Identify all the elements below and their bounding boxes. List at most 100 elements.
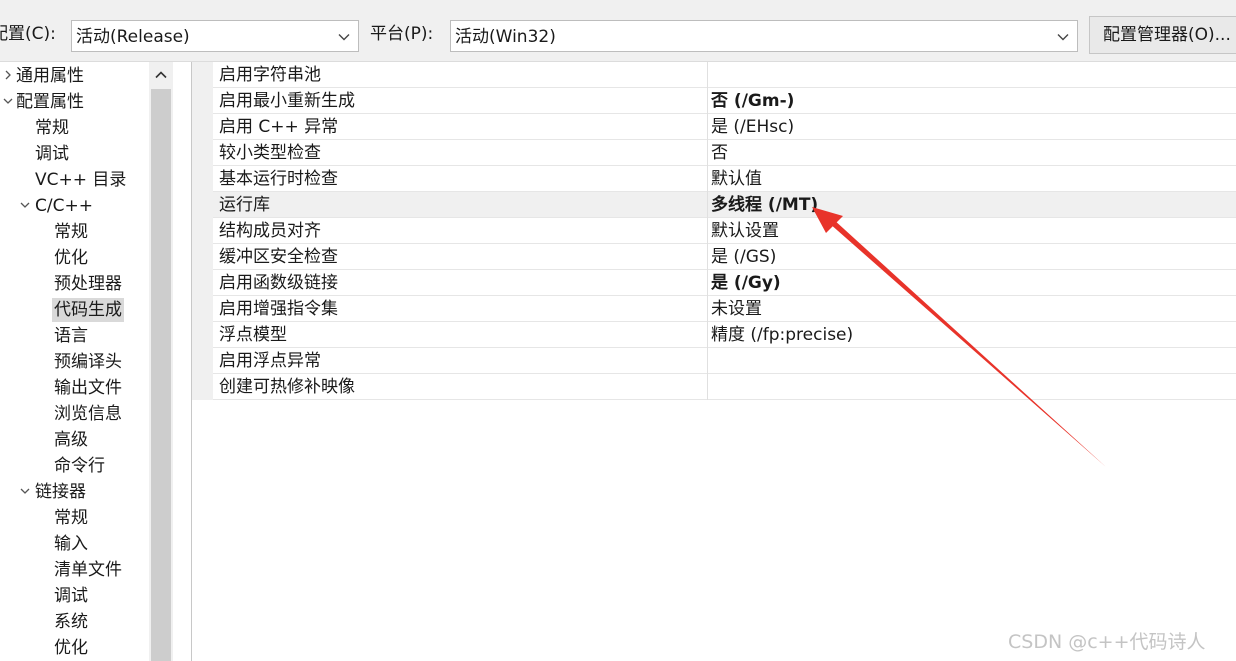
column-divider	[707, 166, 708, 192]
property-row[interactable]: 启用 C++ 异常 是 (/EHsc)	[192, 114, 1236, 140]
tree-item[interactable]: VC++ 目录	[0, 167, 149, 192]
config-toolbar: 配置(C): 活动(Release) 平台(P): 活动(Win32) 配置管理…	[0, 0, 1236, 62]
row-gutter	[192, 218, 213, 244]
property-name: 启用增强指令集	[219, 299, 338, 319]
tree-item-label: 优化	[54, 638, 88, 658]
property-row[interactable]: 基本运行时检查 默认值	[192, 166, 1236, 192]
chevron-down-icon[interactable]	[19, 485, 31, 497]
tree-item[interactable]: 预编译头	[0, 349, 149, 374]
tree-item-label: 语言	[54, 326, 88, 346]
property-value[interactable]: 未设置	[711, 297, 762, 321]
tree-item-label: 配置属性	[16, 92, 84, 112]
property-row[interactable]: 缓冲区安全检查 是 (/GS)	[192, 244, 1236, 270]
tree-item[interactable]: 清单文件	[0, 557, 149, 582]
row-gutter	[192, 62, 213, 88]
property-value[interactable]: 是 (/EHsc)	[711, 115, 794, 139]
column-divider	[707, 348, 708, 374]
tree-item-label: 常规	[35, 118, 69, 138]
tree-item[interactable]: 命令行	[0, 453, 149, 478]
tree-item-label: VC++ 目录	[35, 170, 127, 190]
row-gutter	[192, 192, 213, 218]
property-value[interactable]: 精度 (/fp:precise)	[711, 323, 853, 347]
tree-item[interactable]: 通用属性	[0, 63, 149, 88]
tree-item[interactable]: 系统	[0, 609, 149, 634]
tree-item[interactable]: 调试	[0, 141, 149, 166]
row-gutter	[192, 270, 213, 296]
property-row[interactable]: 启用浮点异常	[192, 348, 1236, 374]
chevron-down-icon	[338, 34, 350, 41]
tree-item[interactable]: 调试	[0, 583, 149, 608]
column-divider	[707, 322, 708, 348]
tree-item-label: 常规	[54, 508, 88, 528]
platform-dropdown-value: 活动(Win32)	[455, 27, 556, 47]
chevron-down-icon[interactable]	[2, 95, 14, 107]
property-value[interactable]: 默认值	[711, 167, 762, 191]
tree-item[interactable]: 高级	[0, 427, 149, 452]
property-row[interactable]: 启用函数级链接 是 (/Gy)	[192, 270, 1236, 296]
tree-item[interactable]: 配置属性	[0, 89, 149, 114]
tree-item[interactable]: 语言	[0, 323, 149, 348]
property-value[interactable]: 多线程 (/MT)	[711, 193, 818, 217]
row-gutter	[192, 296, 213, 322]
property-row[interactable]: 启用最小重新生成 否 (/Gm-)	[192, 88, 1236, 114]
property-row[interactable]: 创建可热修补映像	[192, 374, 1236, 400]
property-row[interactable]: 启用字符串池	[192, 62, 1236, 88]
property-row[interactable]: 较小类型检查 否	[192, 140, 1236, 166]
tree-item-label: 命令行	[54, 456, 105, 476]
property-value[interactable]: 否 (/Gm-)	[711, 89, 794, 113]
pane-splitter[interactable]	[173, 62, 192, 661]
row-gutter	[192, 166, 213, 192]
tree-item[interactable]: 输入	[0, 531, 149, 556]
row-gutter	[192, 88, 213, 114]
tree-item-label: 预编译头	[54, 352, 122, 372]
tree-item[interactable]: 链接器	[0, 479, 149, 504]
tree-item[interactable]: 输出文件	[0, 375, 149, 400]
property-name: 启用字符串池	[219, 65, 321, 85]
tree-item-label: 代码生成	[52, 298, 124, 322]
column-divider	[707, 140, 708, 166]
scroll-thumb[interactable]	[151, 89, 171, 661]
scroll-up-button[interactable]	[149, 62, 173, 88]
config-dropdown[interactable]: 活动(Release)	[71, 20, 359, 52]
platform-label: 平台(P):	[370, 24, 434, 44]
tree-item[interactable]: 常规	[0, 219, 149, 244]
property-name: 基本运行时检查	[219, 169, 338, 189]
column-divider	[707, 218, 708, 244]
configuration-manager-button[interactable]: 配置管理器(O)...	[1089, 16, 1236, 54]
property-row[interactable]: 运行库 多线程 (/MT)	[192, 192, 1236, 218]
property-value[interactable]: 是 (/Gy)	[711, 271, 781, 295]
property-name: 启用函数级链接	[219, 273, 338, 293]
row-gutter	[192, 322, 213, 348]
column-divider	[707, 88, 708, 114]
property-row[interactable]: 启用增强指令集 未设置	[192, 296, 1236, 322]
column-divider	[707, 114, 708, 140]
tree-item[interactable]: 预处理器	[0, 271, 149, 296]
column-divider	[707, 296, 708, 322]
tree-item-label: 调试	[35, 144, 69, 164]
property-value[interactable]: 否	[711, 141, 728, 165]
property-name: 创建可热修补映像	[219, 377, 355, 397]
tree-item-label: 链接器	[35, 482, 86, 502]
tree-item-label: C/C++	[35, 196, 93, 216]
tree-scrollbar[interactable]	[149, 62, 173, 661]
property-name: 结构成员对齐	[219, 221, 321, 241]
platform-dropdown[interactable]: 活动(Win32)	[450, 20, 1078, 52]
chevron-down-icon[interactable]	[19, 199, 31, 211]
tree-item-label: 预处理器	[54, 274, 122, 294]
tree-item-label: 输入	[54, 534, 88, 554]
property-value[interactable]: 默认设置	[711, 219, 779, 243]
tree-item[interactable]: 优化	[0, 245, 149, 270]
property-row[interactable]: 结构成员对齐 默认设置	[192, 218, 1236, 244]
tree-item[interactable]: 代码生成	[0, 297, 149, 322]
tree-item[interactable]: 优化	[0, 635, 149, 660]
chevron-down-icon	[1057, 34, 1069, 41]
chevron-right-icon[interactable]	[2, 69, 14, 81]
tree-item[interactable]: C/C++	[0, 193, 149, 218]
tree-item[interactable]: 常规	[0, 115, 149, 140]
tree-item[interactable]: 常规	[0, 505, 149, 530]
row-gutter	[192, 114, 213, 140]
tree-item-label: 优化	[54, 248, 88, 268]
property-value[interactable]: 是 (/GS)	[711, 245, 776, 269]
tree-item[interactable]: 浏览信息	[0, 401, 149, 426]
property-row[interactable]: 浮点模型 精度 (/fp:precise)	[192, 322, 1236, 348]
